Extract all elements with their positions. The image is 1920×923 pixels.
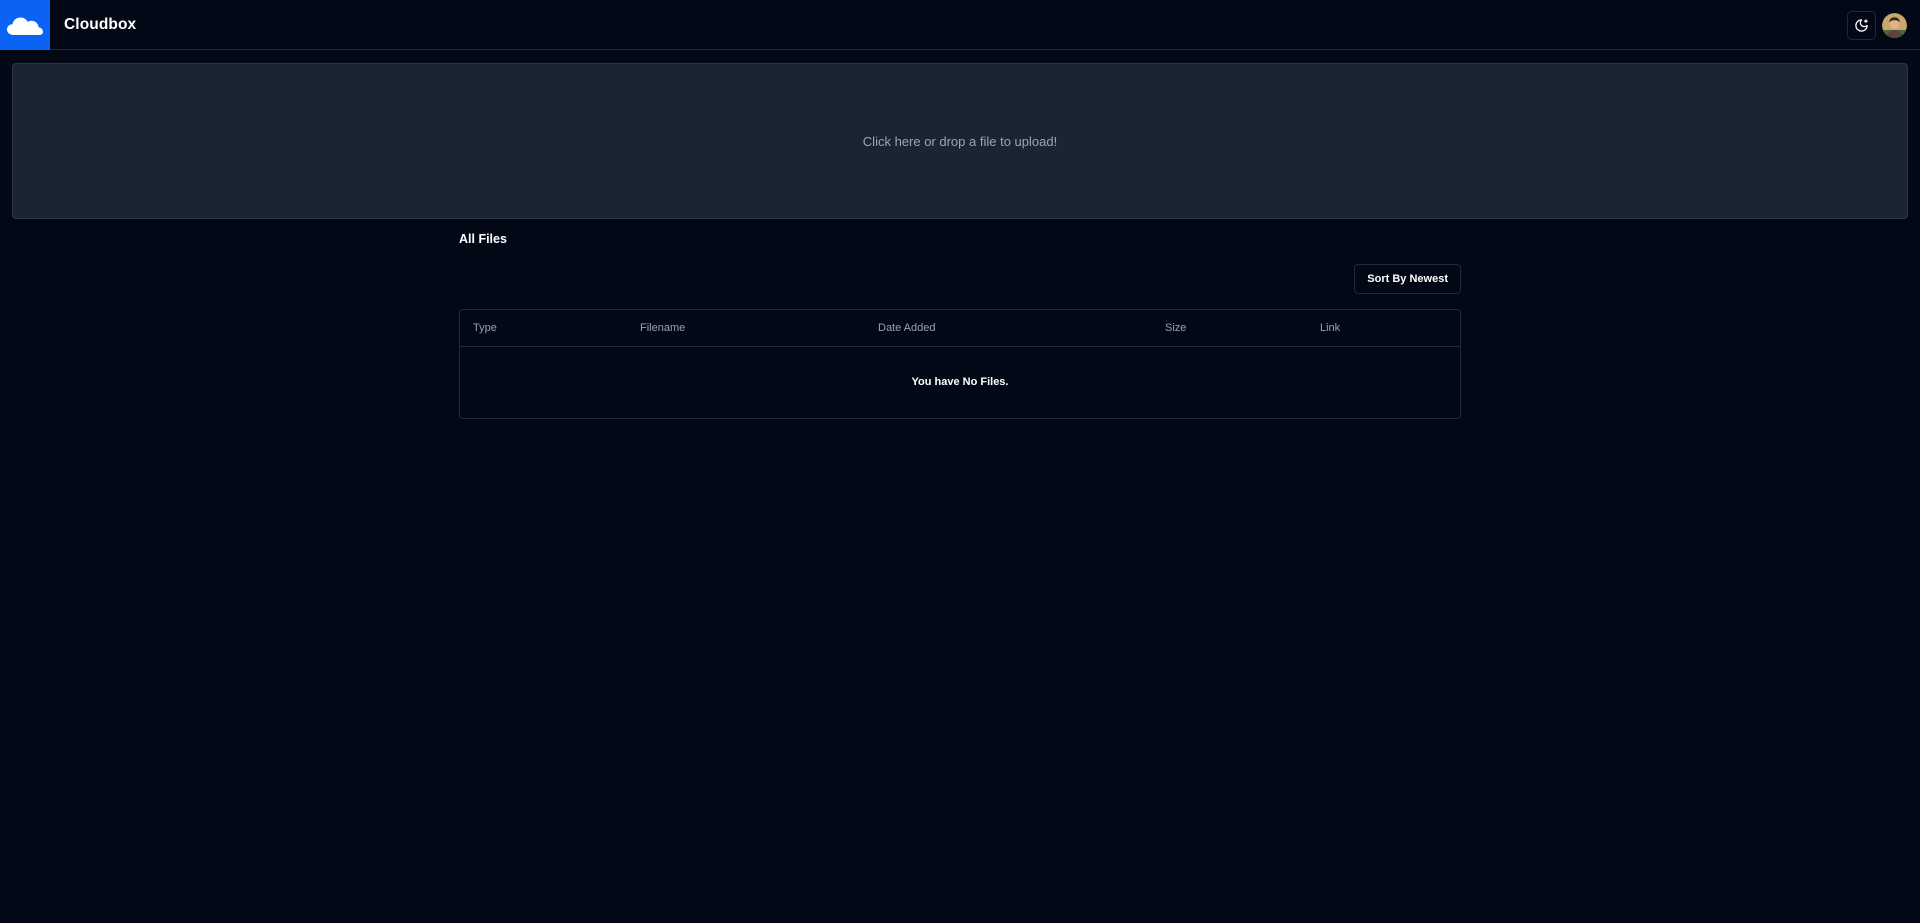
upload-prompt: Click here or drop a file to upload! xyxy=(862,133,1058,149)
files-table: Type Filename Date Added Size Link You h… xyxy=(459,309,1461,419)
files-section: All Files Sort By Newest Type Filename D… xyxy=(459,231,1461,419)
column-header-filename[interactable]: Filename xyxy=(627,310,865,347)
sort-row: Sort By Newest xyxy=(459,264,1461,294)
top-bar: Cloudbox xyxy=(0,0,1920,50)
sort-button[interactable]: Sort By Newest xyxy=(1354,264,1461,294)
app-title: Cloudbox xyxy=(64,15,137,33)
column-header-date-added[interactable]: Date Added xyxy=(865,310,1152,347)
column-header-type[interactable]: Type xyxy=(460,310,627,347)
section-title: All Files xyxy=(459,232,507,246)
column-header-size[interactable]: Size xyxy=(1152,310,1307,347)
moon-icon xyxy=(1855,19,1868,32)
upload-dropzone[interactable]: Click here or drop a file to upload! xyxy=(12,63,1908,219)
logo[interactable] xyxy=(0,0,50,50)
theme-toggle-button[interactable] xyxy=(1847,11,1876,40)
header-actions xyxy=(1847,11,1907,40)
empty-row: You have No Files. xyxy=(460,346,1460,418)
avatar-image xyxy=(1882,13,1907,38)
user-avatar[interactable] xyxy=(1882,13,1907,38)
column-header-link[interactable]: Link xyxy=(1307,310,1460,347)
cloud-icon xyxy=(7,17,43,35)
empty-message: You have No Files. xyxy=(911,376,1009,389)
table-header-row: Type Filename Date Added Size Link xyxy=(460,310,1460,347)
